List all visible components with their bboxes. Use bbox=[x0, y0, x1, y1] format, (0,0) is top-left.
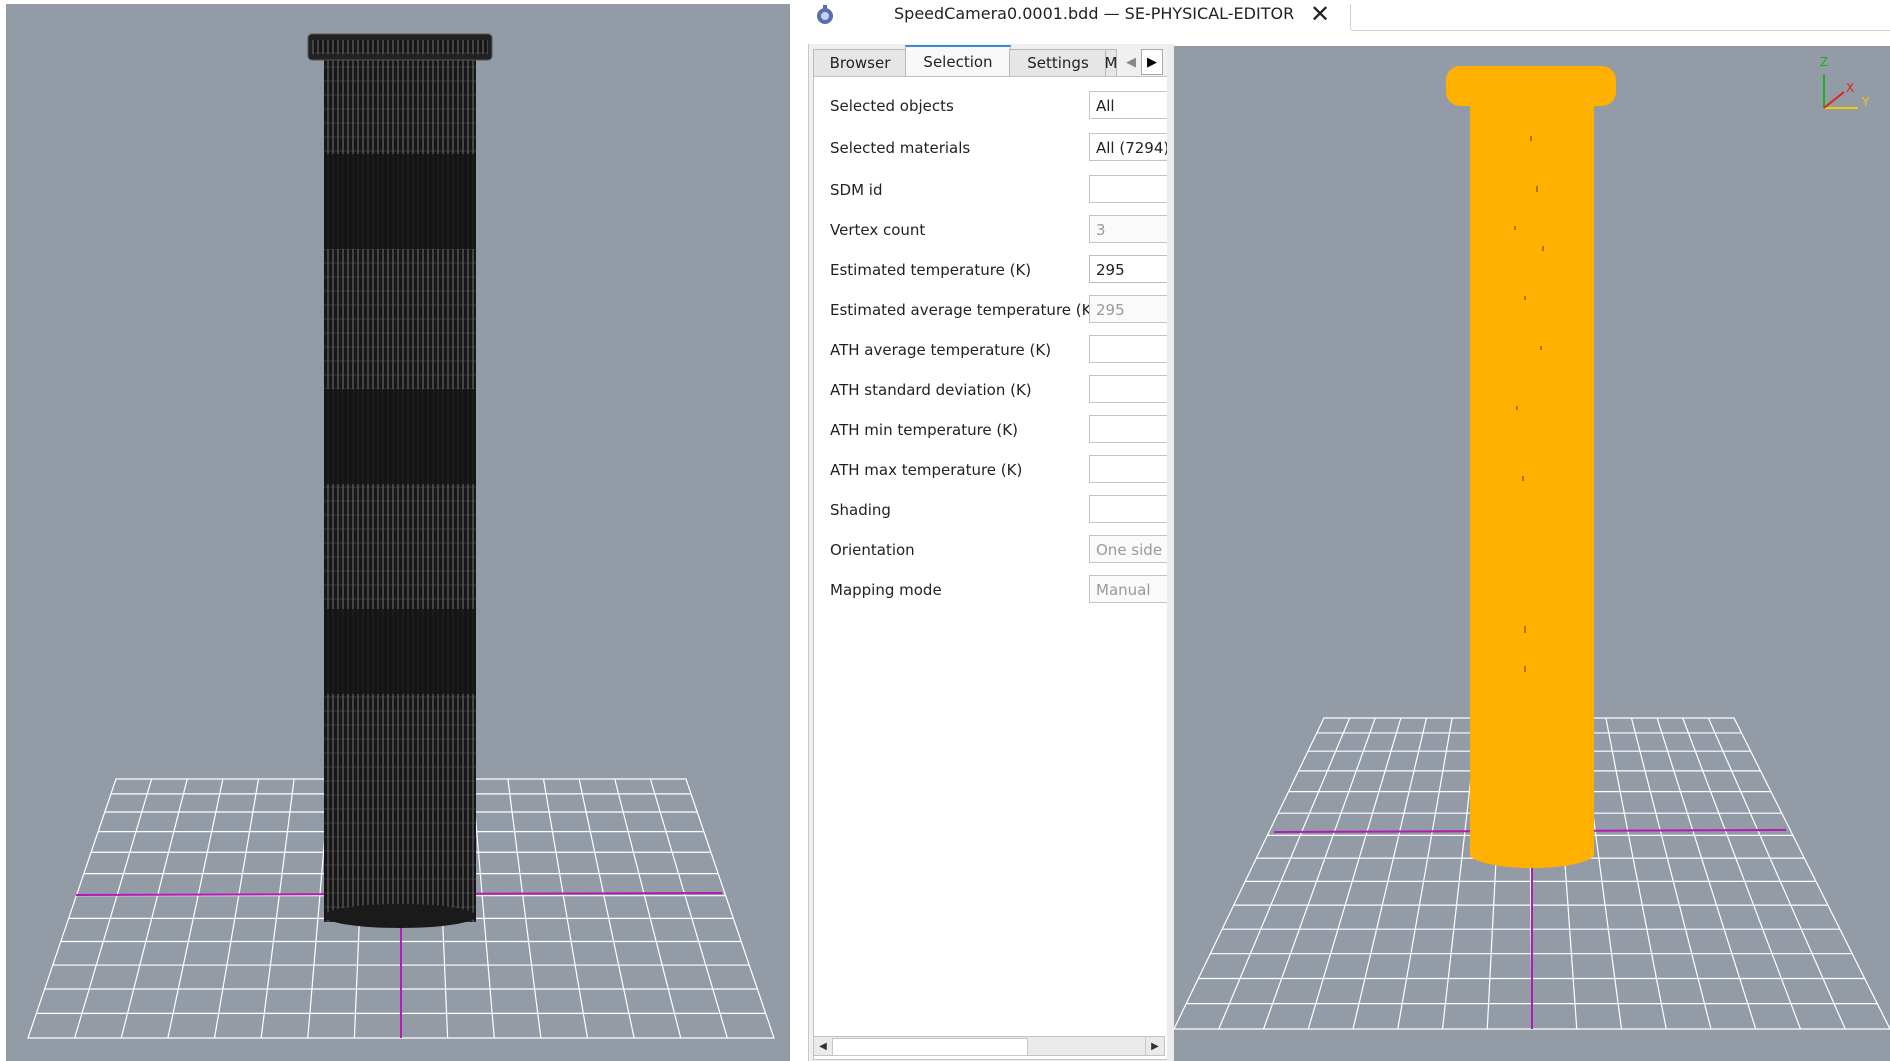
app-logo-icon bbox=[814, 4, 836, 26]
solid-cylinder bbox=[1446, 66, 1616, 868]
grid-line bbox=[1397, 717, 1453, 1030]
selected-objects-combo[interactable]: All bbox=[1089, 91, 1171, 119]
property-row: ATH average temperature (K) bbox=[814, 331, 1171, 371]
estimated-temperature-field[interactable]: 295 bbox=[1089, 255, 1171, 283]
property-label: ATH min temperature (K) bbox=[830, 421, 1018, 439]
property-row: Shading bbox=[814, 491, 1171, 531]
ath-min-temperature-field[interactable] bbox=[1089, 415, 1171, 443]
property-label: ATH max temperature (K) bbox=[830, 461, 1023, 479]
grid-line bbox=[260, 778, 295, 1039]
tab-bar: Browser Selection Settings M ◀ ▶ bbox=[809, 44, 1167, 77]
wireframe-scene bbox=[27, 33, 775, 1039]
selected-materials-combo[interactable]: All (7294) bbox=[1089, 133, 1171, 161]
tab-settings[interactable]: Settings bbox=[1009, 49, 1107, 76]
property-row: ATH min temperature (K) bbox=[814, 411, 1171, 451]
tab-scroll-right-icon[interactable]: ▶ bbox=[1141, 49, 1163, 75]
axis-y-label: Y bbox=[1861, 95, 1870, 109]
property-row: Vertex count 3 bbox=[814, 211, 1171, 251]
ath-max-temperature-field[interactable] bbox=[1089, 455, 1171, 483]
property-row: Mapping mode Manual bbox=[814, 571, 1171, 611]
wireframe-cylinder bbox=[307, 33, 493, 928]
property-row: ATH standard deviation (K) bbox=[814, 371, 1171, 411]
horizontal-scrollbar[interactable]: ◀ ▶ bbox=[813, 1036, 1165, 1056]
grid-line bbox=[1352, 717, 1428, 1030]
grid-line bbox=[120, 778, 188, 1039]
grid-line bbox=[1218, 717, 1351, 1030]
ath-average-temperature-field[interactable] bbox=[1089, 335, 1171, 363]
grid-line bbox=[1682, 717, 1802, 1030]
property-label: SDM id bbox=[830, 181, 883, 199]
property-label: Estimated temperature (K) bbox=[830, 261, 1032, 279]
property-label: Orientation bbox=[830, 541, 915, 559]
window-title: SpeedCamera0.0001.bdd — SE-PHYSICAL-EDIT… bbox=[894, 4, 1295, 23]
grid-line bbox=[542, 778, 589, 1039]
property-row: SDM id bbox=[814, 171, 1171, 211]
property-row: ATH max temperature (K) bbox=[814, 451, 1171, 491]
property-label: Shading bbox=[830, 501, 891, 519]
grid-line bbox=[167, 778, 224, 1039]
scroll-left-icon[interactable]: ◀ bbox=[814, 1037, 832, 1055]
property-row: Estimated average temperature (K) 295 bbox=[814, 291, 1171, 331]
property-row: Estimated temperature (K) 295 bbox=[814, 251, 1171, 291]
property-label: Mapping mode bbox=[830, 581, 942, 599]
viewport-solid[interactable]: Z X Y bbox=[1174, 46, 1890, 1061]
tab-scroll-left-icon[interactable]: ◀ bbox=[1121, 50, 1141, 74]
mapping-mode-combo[interactable]: Manual bbox=[1089, 575, 1171, 603]
grid-line bbox=[1656, 717, 1757, 1030]
vertex-count-field: 3 bbox=[1089, 215, 1171, 243]
grid-line bbox=[1262, 717, 1376, 1030]
viewport-wireframe[interactable] bbox=[6, 4, 790, 1061]
title-separator bbox=[1350, 4, 1351, 30]
tab-browser[interactable]: Browser bbox=[813, 49, 907, 76]
grid-line bbox=[507, 778, 542, 1039]
grid-line bbox=[1307, 717, 1402, 1030]
property-label: Selected materials bbox=[830, 139, 971, 157]
estimated-average-temperature-field: 295 bbox=[1089, 295, 1171, 323]
close-icon[interactable]: ✕ bbox=[1310, 0, 1330, 28]
shading-field[interactable] bbox=[1089, 495, 1171, 523]
axis-z-label: Z bbox=[1820, 55, 1828, 69]
property-row: Orientation One side bbox=[814, 531, 1171, 571]
sdm-id-field[interactable] bbox=[1089, 175, 1171, 203]
property-row: Selected materials All (7294) bbox=[814, 129, 1171, 169]
selection-properties-list: Selected objects All Selected materials … bbox=[813, 76, 1171, 1060]
axis-x-label: X bbox=[1846, 81, 1854, 95]
title-box-border bbox=[1351, 30, 1890, 31]
axis-gizmo: Z X Y bbox=[1820, 55, 1870, 109]
panel-splitter[interactable] bbox=[1167, 44, 1174, 1061]
property-label: Selected objects bbox=[830, 97, 954, 115]
tab-selection[interactable]: Selection bbox=[905, 45, 1011, 77]
scroll-right-icon[interactable]: ▶ bbox=[1145, 1037, 1164, 1055]
grid-line bbox=[1630, 717, 1712, 1030]
grid-line bbox=[614, 778, 682, 1039]
grid-line bbox=[74, 778, 153, 1039]
tab-overflow[interactable]: M bbox=[1105, 49, 1117, 76]
grid-line bbox=[1707, 717, 1846, 1030]
property-label: ATH standard deviation (K) bbox=[830, 381, 1032, 399]
solid-scene: Z X Y bbox=[1174, 55, 1890, 1030]
property-label: Estimated average temperature (K) bbox=[830, 301, 1098, 319]
grid-line bbox=[213, 778, 260, 1039]
scrollbar-thumb[interactable] bbox=[832, 1038, 1028, 1056]
orientation-combo[interactable]: One side bbox=[1089, 535, 1171, 563]
properties-panel: Browser Selection Settings M ◀ ▶ Selecte… bbox=[808, 44, 1171, 1061]
grid-line bbox=[649, 778, 728, 1039]
property-row: Selected objects All bbox=[814, 87, 1171, 127]
property-label: ATH average temperature (K) bbox=[830, 341, 1052, 359]
grid-line bbox=[578, 778, 635, 1039]
property-label: Vertex count bbox=[830, 221, 926, 239]
ath-standard-deviation-field[interactable] bbox=[1089, 375, 1171, 403]
